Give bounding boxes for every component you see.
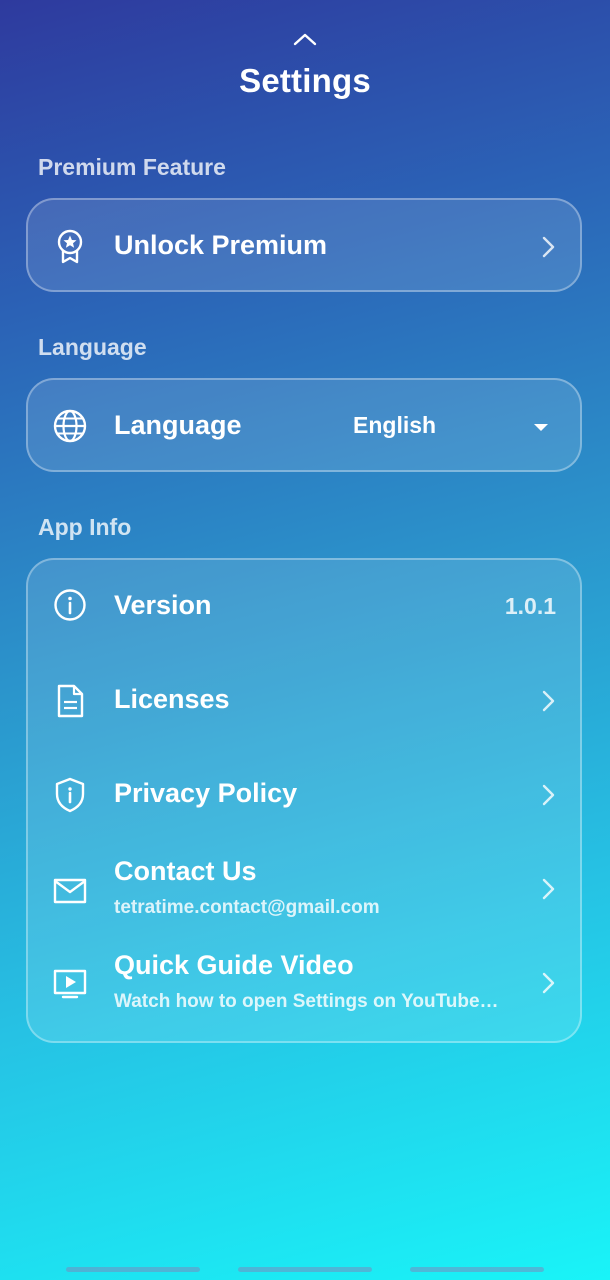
licenses-label: Licenses	[114, 684, 230, 714]
language-label: Language	[114, 410, 242, 440]
version-row: Version 1.0.1	[28, 560, 580, 654]
version-label: Version	[114, 590, 212, 620]
language-select-value[interactable]: English	[353, 412, 436, 439]
section-label-premium: Premium Feature	[38, 154, 226, 180]
contact-email: tetratime.contact@gmail.com	[114, 897, 380, 918]
section-label-app-info: App Info	[38, 514, 132, 540]
chevron-right-icon	[538, 783, 558, 807]
nav-bar-segment	[66, 1267, 200, 1272]
video-play-icon	[52, 966, 88, 1002]
unlock-premium-label: Unlock Premium	[114, 230, 328, 260]
caret-down-icon[interactable]	[532, 420, 550, 432]
premium-card: Unlock Premium	[26, 198, 582, 292]
section-label-language: Language	[38, 334, 147, 360]
chevron-right-icon	[538, 971, 558, 995]
language-card: Language English	[26, 378, 582, 472]
chevron-right-icon	[538, 877, 558, 901]
info-icon	[52, 587, 88, 623]
nav-bar-segment	[410, 1267, 544, 1272]
unlock-premium-row[interactable]: Unlock Premium	[28, 200, 580, 294]
globe-icon	[52, 408, 88, 444]
quick-guide-video-row[interactable]: Quick Guide Video Watch how to open Sett…	[28, 936, 580, 1030]
contact-us-row[interactable]: Contact Us tetratime.contact@gmail.com	[28, 842, 580, 936]
quick-guide-video-subtitle: Watch how to open Settings on YouTube…	[114, 991, 499, 1012]
quick-guide-video-label: Quick Guide Video	[114, 950, 354, 980]
language-row[interactable]: Language English	[28, 380, 580, 474]
collapse-chevron-icon[interactable]	[290, 28, 320, 50]
shield-info-icon	[52, 777, 88, 813]
licenses-row[interactable]: Licenses	[28, 654, 580, 748]
contact-us-label: Contact Us	[114, 856, 257, 886]
page-title: Settings	[239, 62, 371, 99]
document-icon	[52, 683, 88, 719]
privacy-policy-row[interactable]: Privacy Policy	[28, 748, 580, 842]
app-info-card: Version 1.0.1 Licenses Privacy Policy Co…	[26, 558, 582, 1043]
award-badge-icon	[52, 228, 88, 264]
mail-icon	[52, 873, 88, 909]
privacy-policy-label: Privacy Policy	[114, 778, 298, 808]
chevron-right-icon	[538, 235, 558, 259]
chevron-right-icon	[538, 689, 558, 713]
nav-bar-segment	[238, 1267, 372, 1272]
version-value: 1.0.1	[504, 593, 556, 619]
